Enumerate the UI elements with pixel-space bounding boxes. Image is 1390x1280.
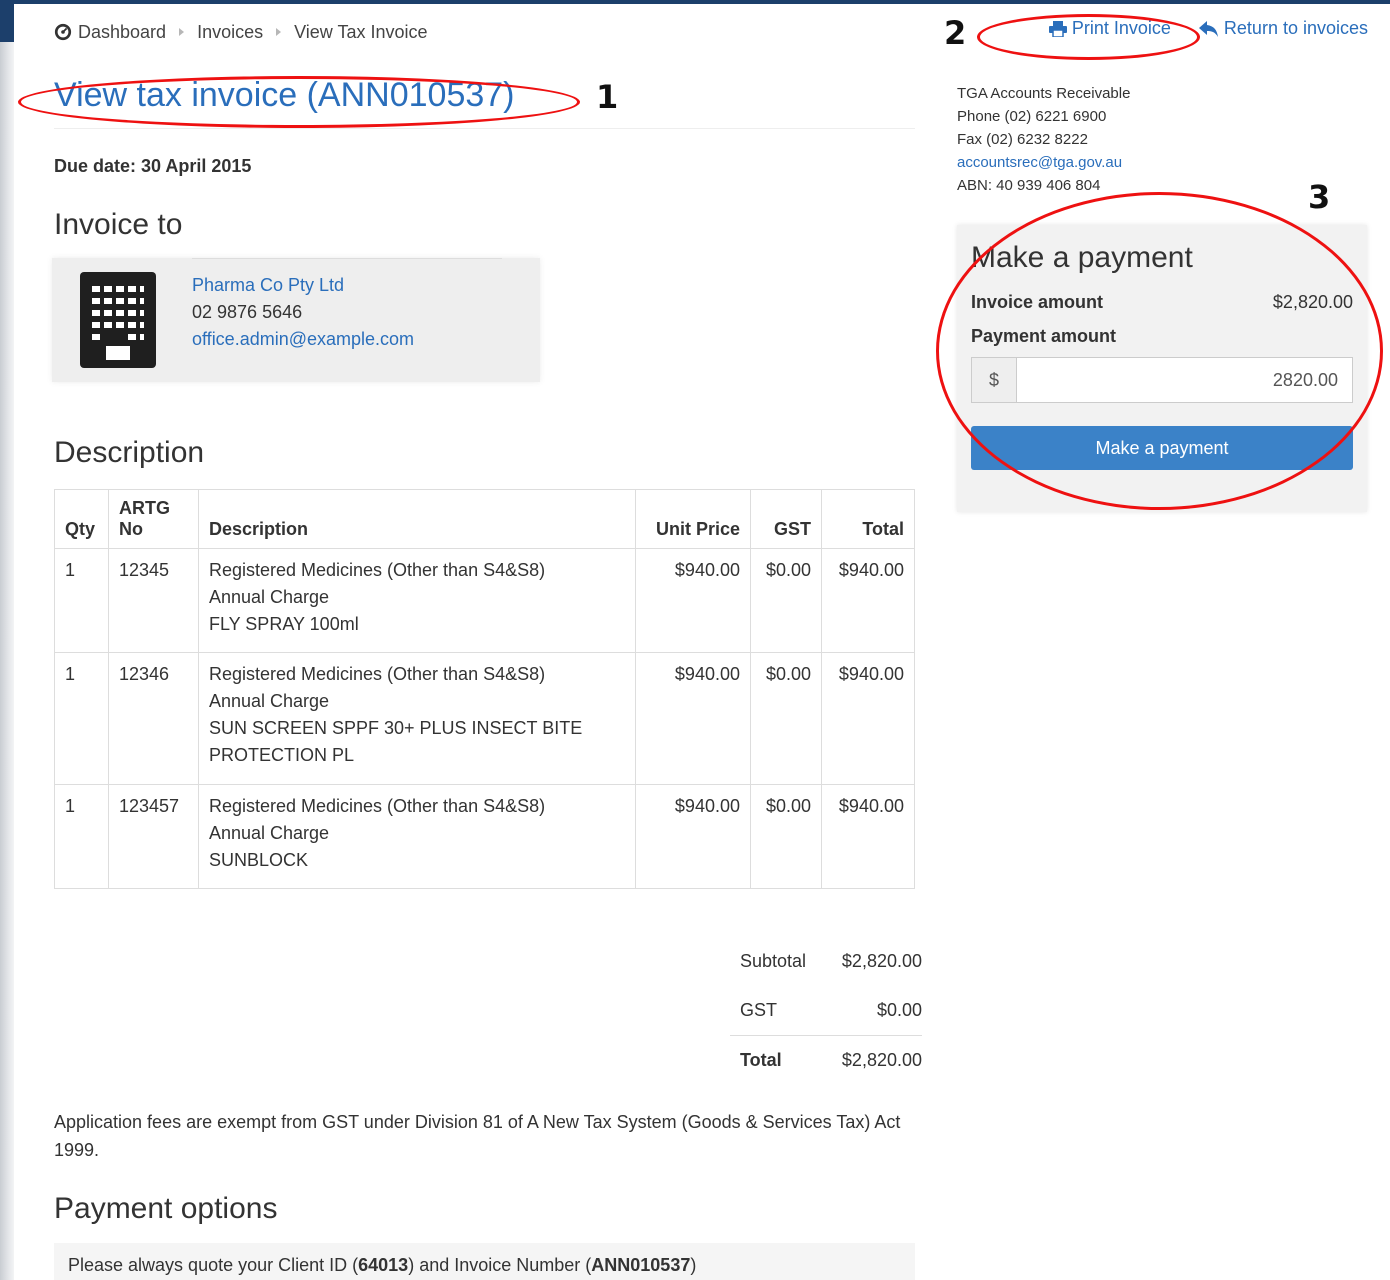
reply-arrow-icon	[1198, 20, 1218, 37]
cell-gst: $0.00	[750, 784, 822, 889]
cell-description: Registered Medicines (Other than S4&S8) …	[197, 548, 637, 653]
desc-line: Annual Charge	[208, 823, 330, 843]
invoice-totals: Subtotal $2,820.00 GST $0.00 Total $2,82…	[730, 937, 922, 1085]
cell-description: Registered Medicines (Other than S4&S8) …	[197, 784, 637, 889]
dashboard-icon	[54, 23, 72, 41]
column-header-unit-price: Unit Price	[635, 489, 751, 549]
contact-fax: Fax (02) 6232 8222	[957, 131, 1088, 148]
return-to-invoices-link[interactable]: Return to invoices	[1198, 18, 1368, 39]
desc-line: Registered Medicines (Other than S4&S8)	[208, 796, 546, 816]
gst-value: $0.00	[876, 1000, 922, 1020]
column-header-artg: ARTG No	[107, 489, 199, 549]
building-icon	[80, 272, 156, 368]
breadcrumb-dashboard[interactable]: Dashboard	[54, 22, 166, 43]
invoice-to-heading: Invoice to	[54, 208, 183, 241]
annotation-number-1: 1	[596, 78, 619, 116]
quote-suffix: )	[690, 1255, 697, 1275]
company-phone: 02 9876 5646	[192, 302, 303, 322]
cell-qty: 1	[54, 784, 109, 889]
top-strip	[0, 0, 1390, 4]
invoice-items-table: Qty ARTG No Description Unit Price GST To…	[54, 489, 916, 889]
subtotal-row: Subtotal $2,820.00	[730, 937, 922, 986]
quote-prefix: Please always quote your Client ID (	[68, 1255, 359, 1275]
description-heading: Description	[54, 436, 205, 469]
contact-phone: Phone (02) 6221 6900	[957, 108, 1107, 125]
cell-artg: 12346	[107, 652, 199, 785]
annotation-ellipse-1	[18, 76, 580, 128]
table-header-row: Qty ARTG No Description Unit Price GST To…	[54, 489, 916, 549]
return-to-invoices-label: Return to invoices	[1223, 18, 1368, 38]
payment-quote-notice: Please always quote your Client ID (6401…	[54, 1243, 915, 1280]
breadcrumb-separator-icon	[276, 28, 282, 36]
subtotal-value: $2,820.00	[841, 951, 922, 971]
cell-description: Registered Medicines (Other than S4&S8) …	[197, 652, 637, 785]
column-header-artg-top: ARTG	[118, 498, 170, 518]
invoice-number: ANN010537	[591, 1255, 691, 1275]
total-value: $2,820.00	[817, 1035, 922, 1085]
payment-options-heading: Payment options	[54, 1192, 278, 1225]
contact-name: TGA Accounts Receivable	[957, 85, 1131, 102]
table-row: 1 12346 Registered Medicines (Other than…	[54, 652, 916, 785]
cell-artg: 12345	[107, 548, 199, 653]
cell-total: $940.00	[820, 548, 916, 653]
contact-email-link[interactable]: accountsrec@tga.gov.au	[957, 154, 1122, 171]
gst-exemption-note: Application fees are exempt from GST und…	[54, 1112, 901, 1160]
desc-line: FLY SPRAY 100ml	[208, 614, 359, 634]
tga-contact-block: TGA Accounts Receivable Phone (02) 6221 …	[957, 82, 1130, 197]
breadcrumb-separator-icon	[179, 28, 185, 36]
gst-row: GST $0.00	[730, 986, 922, 1036]
annotation-number-2: 2	[944, 14, 967, 52]
breadcrumb-label: Dashboard	[78, 21, 167, 42]
cell-gst: $0.00	[750, 652, 822, 785]
cell-unit-price: $940.00	[635, 784, 751, 889]
cell-qty: 1	[54, 652, 109, 785]
desc-line: Annual Charge	[208, 691, 330, 711]
breadcrumb: Dashboard Invoices View Tax Invoice	[54, 19, 428, 45]
invoice-to-card: Pharma Co Pty Ltd 02 9876 5646 office.ad…	[52, 258, 540, 382]
quote-mid: ) and Invoice Number (	[408, 1255, 592, 1275]
total-row: Total $2,820.00	[730, 1035, 922, 1085]
desc-line: Registered Medicines (Other than S4&S8)	[208, 664, 546, 684]
desc-line: SUNBLOCK	[208, 850, 308, 870]
breadcrumb-invoices[interactable]: Invoices	[197, 22, 263, 43]
company-link[interactable]: Pharma Co Pty Ltd	[192, 275, 344, 295]
total-label: Total	[730, 1035, 818, 1085]
table-row: 1 123457 Registered Medicines (Other tha…	[54, 784, 916, 889]
column-header-gst: GST	[750, 489, 822, 549]
company-email-link[interactable]: office.admin@example.com	[192, 329, 414, 349]
annotation-ellipse-3	[936, 192, 1383, 510]
cell-qty: 1	[54, 548, 109, 653]
desc-line: Registered Medicines (Other than S4&S8)	[208, 560, 546, 580]
desc-line: SUN SCREEN SPPF 30+ PLUS INSECT BITE PRO…	[208, 718, 583, 765]
client-id: 64013	[358, 1255, 409, 1275]
cell-total: $940.00	[820, 652, 916, 785]
column-header-description: Description	[197, 489, 637, 549]
card-divider	[192, 258, 502, 259]
cell-gst: $0.00	[750, 548, 822, 653]
cell-total: $940.00	[820, 784, 916, 889]
title-divider	[54, 128, 915, 129]
cell-unit-price: $940.00	[635, 548, 751, 653]
table-row: 1 12345 Registered Medicines (Other than…	[54, 548, 916, 653]
contact-abn: ABN: 40 939 406 804	[957, 177, 1101, 194]
column-header-artg-bottom: No	[118, 519, 143, 539]
annotation-ellipse-2	[977, 14, 1200, 60]
subtotal-label: Subtotal	[740, 951, 807, 971]
annotation-number-3: 3	[1308, 178, 1331, 216]
invoice-to-details: Pharma Co Pty Ltd 02 9876 5646 office.ad…	[192, 272, 414, 353]
left-rail	[0, 0, 14, 1280]
column-header-total: Total	[820, 489, 916, 549]
cell-artg: 123457	[107, 784, 199, 889]
breadcrumb-current: View Tax Invoice	[294, 21, 428, 42]
cell-unit-price: $940.00	[635, 652, 751, 785]
desc-line: Annual Charge	[208, 587, 330, 607]
due-date: Due date: 30 April 2015	[54, 156, 252, 176]
gst-label: GST	[740, 1000, 778, 1020]
column-header-qty: Qty	[54, 489, 109, 549]
